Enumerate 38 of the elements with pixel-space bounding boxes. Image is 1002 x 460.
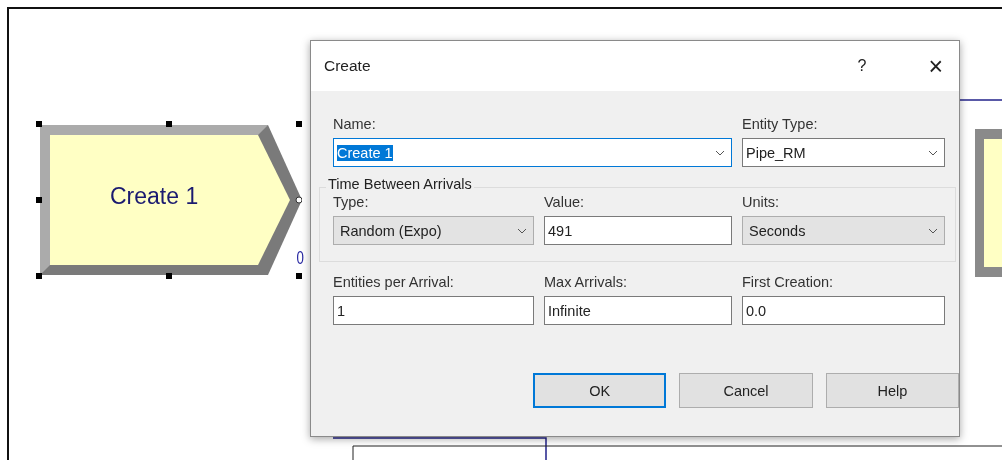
- dialog-button[interactable]: OK: [533, 373, 667, 408]
- dropdown[interactable]: Seconds: [742, 216, 945, 245]
- module-label: Create 1: [110, 183, 199, 210]
- input-field[interactable]: 491: [544, 216, 732, 245]
- dialog-button[interactable]: Cancel: [679, 373, 813, 408]
- module-shape[interactable]: [40, 125, 302, 275]
- combo-box[interactable]: Create 1: [333, 138, 732, 167]
- field-label: Name:: [333, 116, 377, 132]
- input-field[interactable]: 1: [333, 296, 534, 325]
- selection-handle[interactable]: [166, 273, 172, 279]
- combo-box[interactable]: Pipe_RM: [742, 138, 945, 167]
- selection-handle[interactable]: [36, 121, 42, 127]
- selection-handle[interactable]: [166, 121, 172, 127]
- connector-line: [958, 99, 1002, 101]
- close-button[interactable]: ×: [928, 51, 943, 81]
- caret-icon: [928, 227, 938, 234]
- field-label: Entities per Arrival:: [333, 274, 455, 290]
- dialog-title: Create: [324, 57, 372, 75]
- counter-text: 0: [296, 247, 304, 269]
- selection-handle[interactable]: [296, 273, 302, 279]
- field-label: Value:: [544, 194, 586, 210]
- help-button[interactable]: ?: [857, 57, 867, 75]
- selection-handle[interactable]: [296, 121, 302, 127]
- selection-handle[interactable]: [36, 273, 42, 279]
- field-label: Max Arrivals:: [544, 274, 628, 290]
- field-label: Units:: [742, 194, 781, 210]
- input-field[interactable]: 0.0: [742, 296, 945, 325]
- group-title: Time Between Arrivals: [326, 176, 474, 192]
- field-label: Entity Type:: [742, 116, 819, 132]
- caret-icon: [517, 227, 527, 234]
- caret-icon: [715, 149, 725, 156]
- dialog-button[interactable]: Help: [825, 373, 959, 408]
- selection-handle[interactable]: [36, 197, 42, 203]
- field-label: First Creation:: [742, 274, 835, 290]
- input-field[interactable]: Infinite: [544, 296, 732, 325]
- field-label: Type:: [333, 194, 370, 210]
- dropdown[interactable]: Random (Expo): [333, 216, 534, 245]
- caret-icon: [928, 149, 938, 156]
